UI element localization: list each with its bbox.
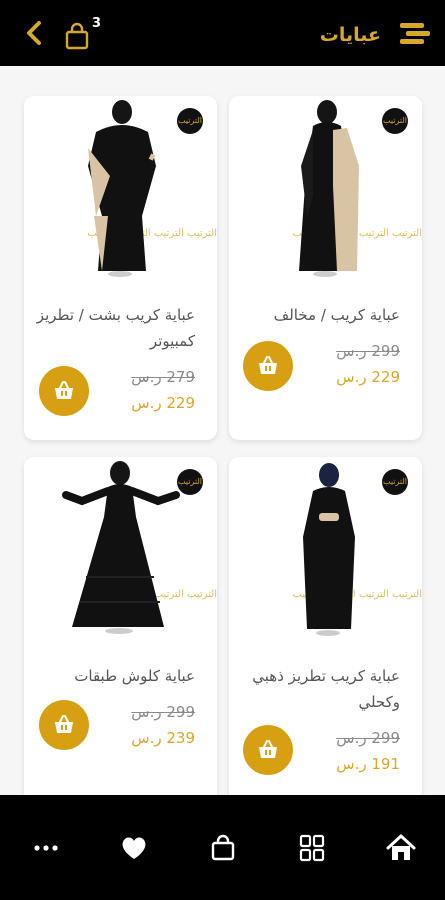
product-new-price: 191 ر.س: [336, 755, 400, 773]
basket-icon: [259, 740, 277, 758]
add-to-cart-button[interactable]: [243, 341, 293, 391]
chevron-left-icon: [27, 21, 41, 45]
product-image[interactable]: الترتيب الترتيب الترتيب الترتيب الترتيب: [229, 96, 422, 292]
nav-home[interactable]: [385, 833, 417, 863]
cart-count-badge: 3: [92, 16, 102, 31]
product-new-price: 229 ر.س: [336, 368, 400, 386]
product-new-price: 239 ر.س: [131, 729, 195, 747]
back-button[interactable]: [20, 18, 50, 48]
product-card[interactable]: الترتيب الترتيب الترتيب الترتيب الترتيب …: [229, 96, 422, 440]
add-to-cart-button[interactable]: [243, 725, 293, 775]
nav-categories[interactable]: [296, 833, 328, 863]
product-image[interactable]: الترتيب الترتيب الترتيب الترتيب الترتيب: [24, 96, 217, 292]
add-to-cart-button[interactable]: [39, 700, 89, 750]
product-name[interactable]: عباية كريب تطريز ذهبي وكحلي: [240, 663, 400, 715]
product-old-price: 299 ر.س: [336, 729, 400, 747]
add-to-cart-button[interactable]: [39, 366, 89, 416]
bottom-nav: [0, 795, 445, 900]
brand-logo: الترتيب: [382, 469, 408, 495]
nav-favorites[interactable]: [118, 833, 150, 863]
nav-cart[interactable]: [207, 833, 239, 863]
cart-button[interactable]: 3: [64, 16, 110, 50]
menu-button[interactable]: [397, 20, 431, 48]
product-new-price: 229 ر.س: [131, 394, 195, 412]
page-title: عبايات: [319, 24, 381, 46]
home-icon: [386, 834, 416, 860]
shopping-bag-icon: [211, 834, 235, 861]
app-screen: 3 عبايات الترتيب الترتيب الترتيب الترتيب: [0, 0, 445, 900]
brand-logo: الترتيب: [382, 108, 408, 134]
top-bar: 3 عبايات: [0, 0, 445, 66]
basket-icon: [55, 381, 73, 399]
product-name[interactable]: عباية كريب / مخالف: [240, 302, 400, 328]
product-card[interactable]: الترتيب الترتيب الترتيب الترتيب الترتيب …: [24, 96, 217, 440]
more-icon: [34, 845, 58, 851]
product-old-price: 279 ر.س: [131, 368, 195, 386]
basket-icon: [259, 356, 277, 374]
product-old-price: 299 ر.س: [336, 342, 400, 360]
basket-icon: [55, 715, 73, 733]
product-image[interactable]: الترتيب الترتيب الترتيب الترتيب الترتيب: [24, 457, 217, 653]
shopping-bag-icon: [65, 22, 89, 50]
product-card[interactable]: الترتيب الترتيب الترتيب الترتيب الترتيب …: [229, 457, 422, 802]
grid-icon: [299, 834, 325, 862]
heart-icon: [122, 837, 146, 859]
product-card[interactable]: الترتيب الترتيب الترتيب الترتيب الترتيب …: [24, 457, 217, 802]
nav-more[interactable]: [30, 833, 62, 863]
product-name[interactable]: عباية كريب بشت / تطريز كمبيوتر: [35, 302, 195, 354]
menu-icon: [400, 23, 430, 44]
product-old-price: 299 ر.س: [131, 703, 195, 721]
brand-logo: الترتيب: [177, 108, 203, 134]
brand-logo: الترتيب: [177, 469, 203, 495]
product-name[interactable]: عباية كلوش طبقات: [35, 663, 195, 689]
product-image[interactable]: الترتيب الترتيب الترتيب الترتيب الترتيب: [229, 457, 422, 653]
